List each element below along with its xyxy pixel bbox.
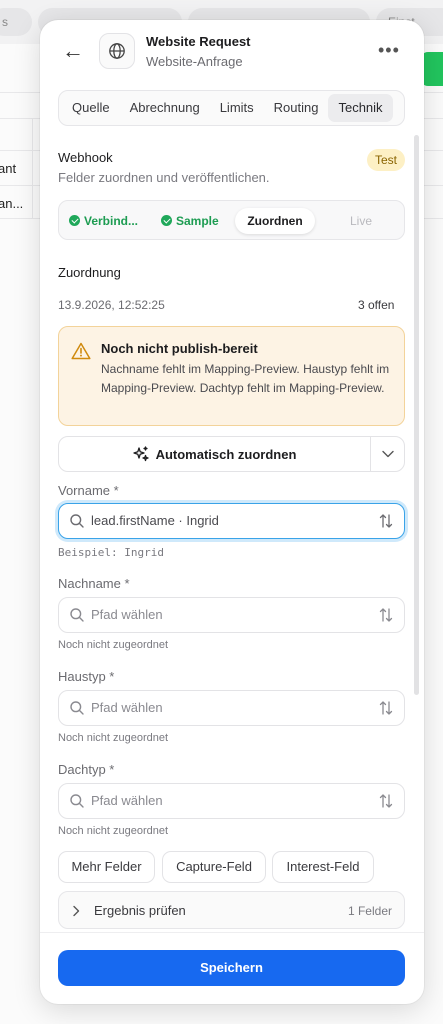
background-cell: an... <box>0 196 24 211</box>
background-tab[interactable]: s <box>0 8 32 36</box>
sort-arrows-icon[interactable] <box>378 793 394 814</box>
check-circle-icon <box>161 215 172 226</box>
field-hint: Noch nicht zugeordnet <box>58 825 169 837</box>
auto-map-label: Automatisch zuordnen <box>155 446 297 462</box>
warning-box: Noch nicht publish-bereit Nachname fehlt… <box>58 326 405 426</box>
field-label-nachname: Nachname * <box>58 576 130 591</box>
field-label-vorname: Vorname * <box>58 483 119 498</box>
field-label-haustyp: Haustyp * <box>58 669 115 684</box>
tab-limits[interactable]: Limits <box>210 94 264 122</box>
field-label-dachtyp: Dachtyp * <box>58 762 115 777</box>
arrow-left-icon[interactable]: ← <box>62 38 84 64</box>
haustyp-path-field[interactable]: Pfad wählen <box>58 690 405 726</box>
panel-title: Website Request <box>146 34 251 49</box>
chevron-down-icon[interactable] <box>371 437 404 471</box>
field-placeholder: Pfad wählen <box>91 607 163 622</box>
search-icon <box>69 793 85 814</box>
panel-tabs: Quelle Abrechnung Limits Routing Technik <box>58 90 405 126</box>
tab-abrechnung[interactable]: Abrechnung <box>120 94 210 122</box>
save-button[interactable]: Speichern <box>58 950 405 986</box>
sort-arrows-icon[interactable] <box>378 607 394 628</box>
field-hint: Noch nicht zugeordnet <box>58 732 169 744</box>
dachtyp-path-field[interactable]: Pfad wählen <box>58 783 405 819</box>
tab-technik[interactable]: Technik <box>328 94 393 122</box>
step-label: Sample <box>176 214 219 228</box>
auto-map-button[interactable]: Automatisch zuordnen <box>59 437 370 471</box>
globe-icon <box>99 33 135 69</box>
result-label: Ergebnis prüfen <box>94 903 186 918</box>
capture-field-button[interactable]: Capture-Feld <box>162 851 266 883</box>
warning-body: Nachname fehlt im Mapping-Preview. Haust… <box>101 362 390 395</box>
search-icon <box>69 607 85 628</box>
mapping-timestamp: 13.9.2026, 12:52:25 <box>58 298 165 312</box>
step-label: Zuordnen <box>247 214 303 228</box>
step-live: Live <box>331 208 391 234</box>
footer-divider <box>40 932 424 933</box>
sort-arrows-icon[interactable] <box>378 513 394 534</box>
search-icon <box>69 513 85 534</box>
panel-header: ← Website Request Website-Anfrage ••• <box>40 20 424 92</box>
interest-field-button[interactable]: Interest-Feld <box>272 851 374 883</box>
tab-quelle[interactable]: Quelle <box>62 94 120 122</box>
more-fields-button[interactable]: Mehr Felder <box>58 851 155 883</box>
step-label: Live <box>349 214 372 228</box>
vorname-path-field[interactable]: lead.firstName · Ingrid <box>58 503 405 539</box>
tab-routing[interactable]: Routing <box>264 94 329 122</box>
step-label: Verbind... <box>84 214 139 228</box>
background-divider <box>32 118 33 218</box>
result-count: 1 Felder <box>347 904 392 918</box>
progress-steps: Verbind... Sample Zuordnen Live <box>58 200 405 240</box>
field-hint: Noch nicht zugeordnet <box>58 639 169 651</box>
section-subtitle: Felder zuordnen und veröffentlichen. <box>58 170 270 185</box>
sort-arrows-icon[interactable] <box>378 700 394 721</box>
scrollbar[interactable] <box>414 135 419 695</box>
sparkles-icon <box>132 446 149 462</box>
field-placeholder: Pfad wählen <box>91 700 163 715</box>
warning-title: Noch nicht publish-bereit <box>101 341 258 356</box>
field-placeholder: Pfad wählen <box>91 793 163 808</box>
more-horizontal-icon[interactable]: ••• <box>378 40 400 61</box>
check-circle-icon <box>69 215 80 226</box>
request-panel: ← Website Request Website-Anfrage ••• Qu… <box>40 20 424 1004</box>
background-cell: ant <box>0 161 17 176</box>
environment-badge: Test <box>367 149 405 171</box>
open-count: 3 offen <box>358 298 395 312</box>
nachname-path-field[interactable]: Pfad wählen <box>58 597 405 633</box>
field-hint: Beispiel: Ingrid <box>58 546 164 559</box>
step-zuordnen[interactable]: Zuordnen <box>235 208 315 234</box>
step-sample[interactable]: Sample <box>161 208 227 234</box>
panel-subtitle: Website-Anfrage <box>146 54 243 69</box>
section-title: Webhook <box>58 150 113 165</box>
search-icon <box>69 700 85 721</box>
chevron-right-icon <box>72 904 80 922</box>
warning-triangle-icon <box>71 342 91 365</box>
step-verbindung[interactable]: Verbind... <box>69 208 149 234</box>
auto-map-split-button: Automatisch zuordnen <box>58 436 405 472</box>
mapping-title: Zuordnung <box>58 265 121 280</box>
field-value: lead.firstName · Ingrid <box>91 513 219 528</box>
result-check-disclosure[interactable]: Ergebnis prüfen 1 Felder <box>58 891 405 929</box>
